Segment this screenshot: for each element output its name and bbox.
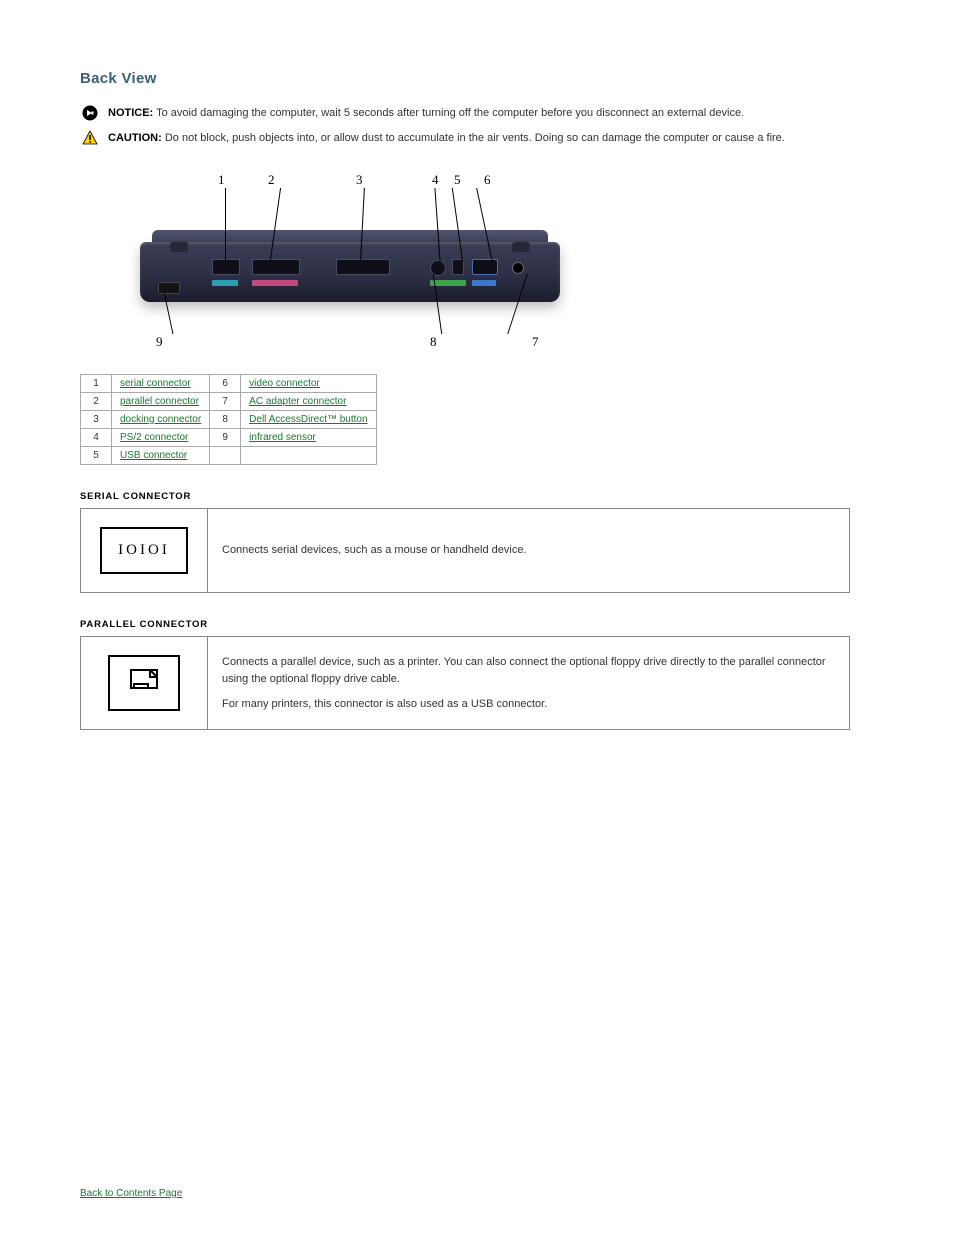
idx-link-serial[interactable]: serial connector	[120, 378, 191, 389]
callout-5: 5	[454, 172, 461, 188]
port-infrared-icon	[158, 282, 180, 294]
parallel-connector-table: Connects a parallel device, such as a pr…	[80, 636, 850, 730]
port-docking-icon	[336, 259, 390, 275]
serial-connector-heading: SERIAL CONNECTOR	[80, 491, 874, 502]
idx-link-accessdirect[interactable]: Dell AccessDirect™ button	[249, 414, 367, 425]
laptop-back-figure: 1 2 3 4 5 6 7 8 9	[80, 164, 550, 364]
notice-label: NOTICE:	[108, 107, 153, 119]
callout-8: 8	[430, 334, 437, 350]
idx-num: 8	[210, 411, 241, 429]
idx-link-ac[interactable]: AC adapter connector	[249, 396, 346, 407]
serial-connector-table: IOIOI Connects serial devices, such as a…	[80, 508, 850, 593]
idx-num: 6	[210, 375, 241, 393]
parallel-connector-desc-2: For many printers, this connector is als…	[222, 696, 835, 713]
idx-link-docking[interactable]: docking connector	[120, 414, 201, 425]
port-serial-icon	[212, 259, 240, 275]
port-parallel-icon	[252, 259, 300, 275]
idx-num: 9	[210, 429, 241, 447]
caution-label: CAUTION:	[108, 132, 162, 144]
caution-row: CAUTION: Do not block, push objects into…	[80, 130, 874, 147]
callout-6: 6	[484, 172, 491, 188]
idx-link-parallel[interactable]: parallel connector	[120, 396, 199, 407]
idx-link-ps2[interactable]: PS/2 connector	[120, 432, 188, 443]
idx-num: 5	[81, 447, 112, 465]
warning-triangle-icon	[80, 130, 100, 146]
serial-ioioi-icon: IOIOI	[100, 527, 188, 574]
callout-7: 7	[532, 334, 539, 350]
serial-connector-desc: Connects serial devices, such as a mouse…	[208, 509, 850, 593]
callout-index-table: 1 serial connector 6 video connector 2 p…	[80, 374, 377, 465]
notice-arrow-icon	[80, 105, 100, 121]
parallel-printer-icon	[108, 655, 180, 711]
section-heading: Back View	[80, 70, 874, 87]
callout-1: 1	[218, 172, 225, 188]
port-power-icon	[512, 262, 524, 274]
parallel-connector-desc-1: Connects a parallel device, such as a pr…	[222, 654, 835, 688]
idx-num: 1	[81, 375, 112, 393]
idx-num: 2	[81, 393, 112, 411]
notice-row: NOTICE: To avoid damaging the computer, …	[80, 105, 874, 122]
port-video-icon	[472, 259, 498, 275]
callout-3: 3	[356, 172, 363, 188]
idx-link-infrared[interactable]: infrared sensor	[249, 432, 316, 443]
notice-text: To avoid damaging the computer, wait 5 s…	[156, 107, 744, 119]
parallel-connector-heading: PARALLEL CONNECTOR	[80, 619, 874, 630]
caution-text: Do not block, push objects into, or allo…	[165, 132, 785, 144]
back-to-contents-link[interactable]: Back to Contents Page	[80, 1188, 182, 1199]
callout-4: 4	[432, 172, 439, 188]
idx-link-video[interactable]: video connector	[249, 378, 320, 389]
idx-link-usb[interactable]: USB connector	[120, 450, 187, 461]
idx-num: 7	[210, 393, 241, 411]
callout-9: 9	[156, 334, 163, 350]
idx-num: 3	[81, 411, 112, 429]
idx-num: 4	[81, 429, 112, 447]
callout-2: 2	[268, 172, 275, 188]
